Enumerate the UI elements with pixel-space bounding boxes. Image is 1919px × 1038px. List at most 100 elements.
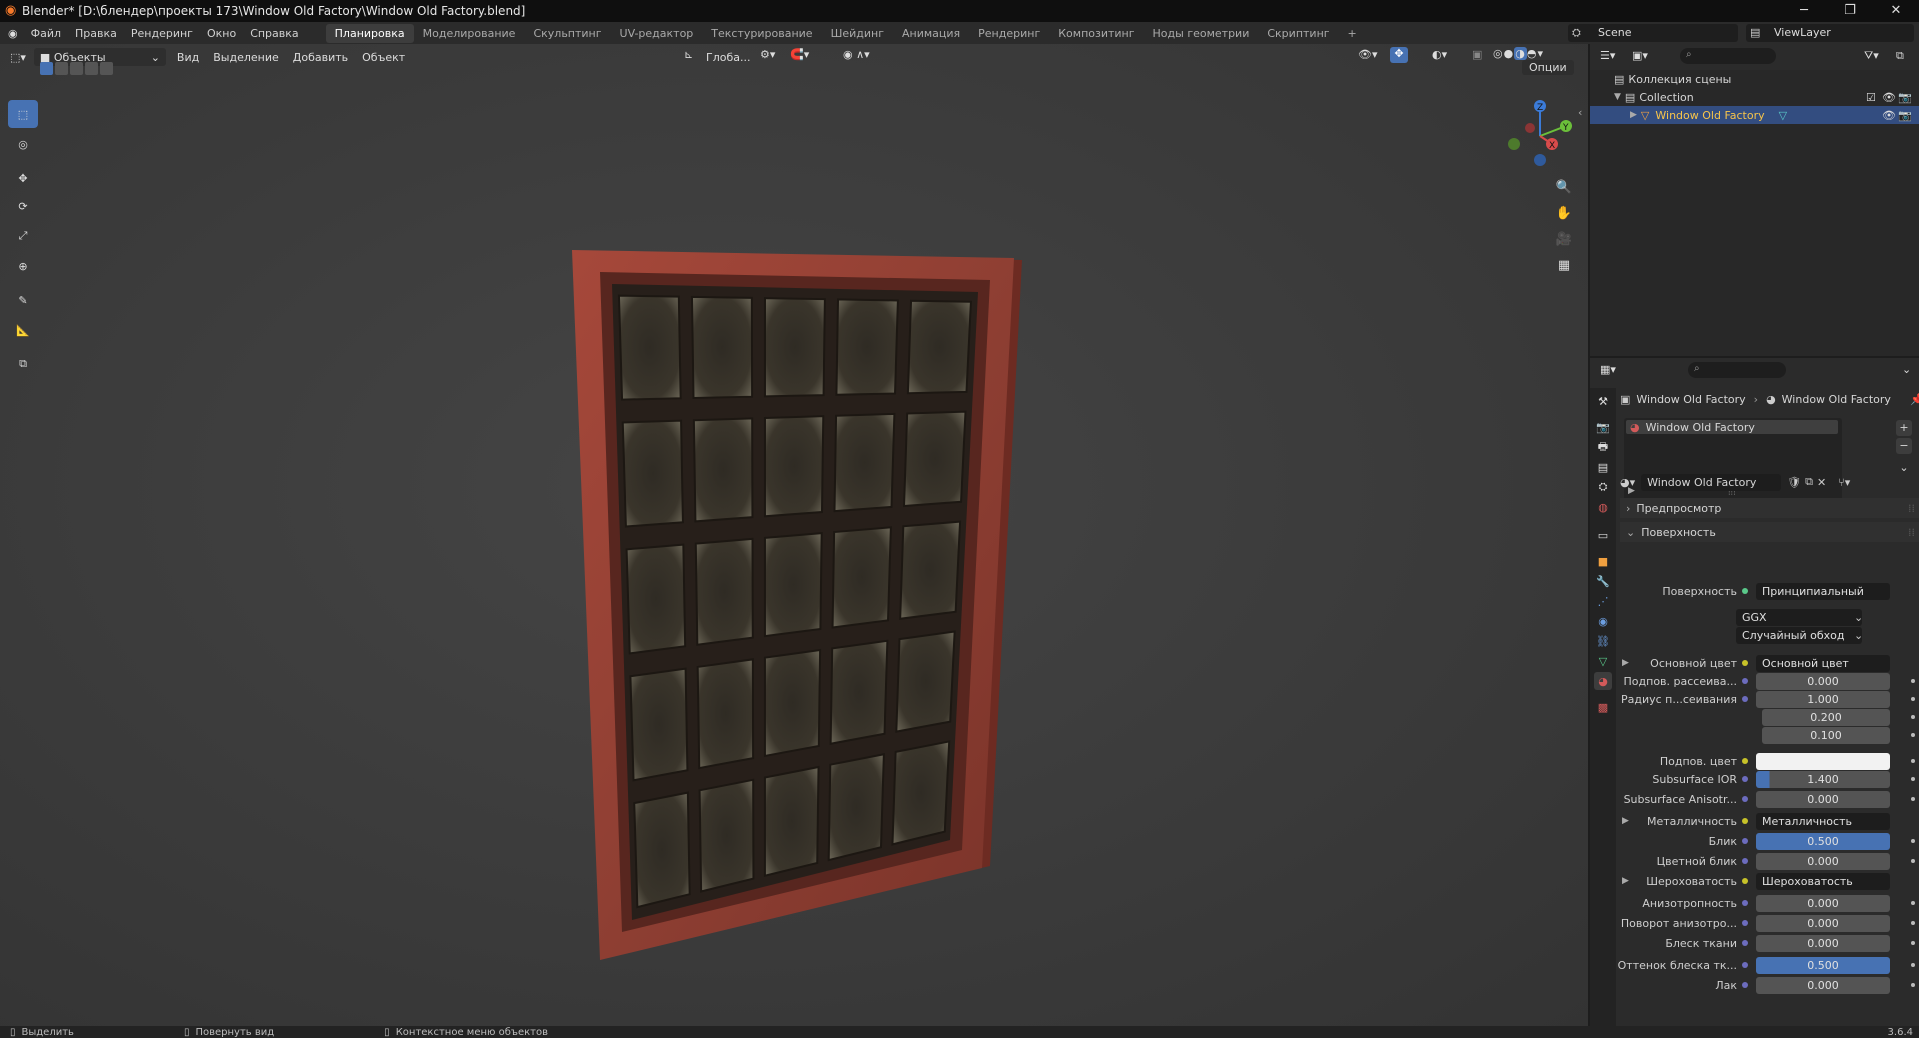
keyframe-dot-icon[interactable] xyxy=(1911,759,1915,763)
material-name-field[interactable]: Window Old Factory xyxy=(1641,473,1782,491)
input-socket-icon[interactable] xyxy=(1742,818,1748,824)
remove-slot-icon[interactable]: − xyxy=(1896,438,1912,454)
measure-tool[interactable]: 📐 xyxy=(8,316,38,344)
collection-tab-icon[interactable]: ▭ xyxy=(1594,526,1612,544)
blender-menu-icon[interactable]: ◉ xyxy=(8,27,18,40)
keyframe-dot-icon[interactable] xyxy=(1911,839,1915,843)
sidebar-toggle-icon[interactable]: ‹ xyxy=(1578,106,1582,119)
exclude-checkbox[interactable]: ☑ xyxy=(1866,91,1876,104)
subsurface-method-select[interactable]: Случайный обход xyxy=(1736,626,1862,644)
move-tool[interactable]: ✥ xyxy=(8,164,38,192)
cursor-tool[interactable]: ◎ xyxy=(8,130,38,158)
input-socket-icon[interactable] xyxy=(1742,982,1748,988)
proportional-edit-icon[interactable]: ◉ ∧▾ xyxy=(843,48,870,61)
expand-arrow-icon[interactable]: ▶ xyxy=(1622,876,1629,886)
value-field[interactable]: 0.000 xyxy=(1756,934,1890,952)
keyframe-dot-icon[interactable] xyxy=(1911,679,1915,683)
menu-select[interactable]: Выделение xyxy=(206,51,286,64)
color-swatch[interactable] xyxy=(1756,752,1890,770)
input-socket-icon[interactable] xyxy=(1742,758,1748,764)
output-tab-icon[interactable]: 🖶 xyxy=(1594,438,1612,456)
material-tab-icon[interactable]: ◕ xyxy=(1594,672,1612,690)
value-field[interactable]: 0.200 xyxy=(1762,708,1890,726)
menu-window[interactable]: Окно xyxy=(200,27,243,40)
particles-tab-icon[interactable]: ⋰ xyxy=(1594,592,1612,610)
value-field[interactable]: 0.100 xyxy=(1762,726,1890,744)
input-socket-icon[interactable] xyxy=(1742,678,1748,684)
tab-layout[interactable]: Планировка xyxy=(325,23,414,43)
pan-hand-icon[interactable]: ✋ xyxy=(1553,202,1575,224)
orientation-selector[interactable]: Глоба... xyxy=(700,48,756,66)
xray-icon[interactable]: ▣ xyxy=(1472,48,1482,61)
expand-arrow-icon[interactable]: ▼ xyxy=(1614,92,1621,102)
menu-add[interactable]: Добавить xyxy=(286,51,355,64)
expand-arrow-icon[interactable]: ▶ xyxy=(1622,658,1629,668)
close-button[interactable]: ✕ xyxy=(1873,0,1919,22)
menu-render[interactable]: Рендеринг xyxy=(124,27,200,40)
menu-file[interactable]: Файл xyxy=(24,27,68,40)
viewlayer-selector[interactable]: ▤ ViewLayer xyxy=(1746,24,1914,42)
input-socket-icon[interactable] xyxy=(1742,660,1748,666)
expand-arrow-icon[interactable]: ▶ xyxy=(1622,816,1629,826)
outliner-editor-icon[interactable]: ☰▾ xyxy=(1600,49,1615,62)
input-socket-icon[interactable] xyxy=(1742,838,1748,844)
properties-editor-icon[interactable]: ▦▾ xyxy=(1600,363,1616,376)
add-workspace-button[interactable]: + xyxy=(1339,24,1366,43)
browse-material-icon[interactable]: ◕▾ xyxy=(1620,476,1635,489)
view-layer-tab-icon[interactable]: ▤ xyxy=(1594,458,1612,476)
filter-icon[interactable]: ⛛▾ xyxy=(1864,49,1879,63)
properties-search-input[interactable] xyxy=(1688,362,1786,378)
keyframe-dot-icon[interactable] xyxy=(1911,715,1915,719)
value-slider[interactable]: 0.500 xyxy=(1756,956,1890,974)
shading-modes[interactable]: ◎●◑◓▾ xyxy=(1493,47,1544,60)
add-cube-tool[interactable]: ⧉ xyxy=(8,350,38,378)
value-field[interactable]: 0.000 xyxy=(1756,976,1890,994)
linked-input-field[interactable]: Шероховатость xyxy=(1756,872,1890,890)
input-socket-icon[interactable] xyxy=(1742,940,1748,946)
keyframe-dot-icon[interactable] xyxy=(1911,901,1915,905)
select-invert-icon[interactable] xyxy=(85,62,98,75)
gizmo-neg-y[interactable] xyxy=(1508,138,1520,150)
tab-compositing[interactable]: Композитинг xyxy=(1049,24,1143,43)
menu-view[interactable]: Вид xyxy=(170,51,206,64)
keyframe-dot-icon[interactable] xyxy=(1911,941,1915,945)
outliner-scene-collection-row[interactable]: ▤ Коллекция сцены xyxy=(1590,70,1919,88)
select-extend-icon[interactable] xyxy=(55,62,68,75)
tool-tab-icon[interactable]: ⚒ xyxy=(1594,392,1612,410)
input-socket-icon[interactable] xyxy=(1742,696,1748,702)
drag-handle-icon[interactable]: ⁞⁞ xyxy=(1908,502,1915,515)
editor-type-icon[interactable]: ⬚▾ xyxy=(10,51,26,64)
solid-shading-icon[interactable]: ● xyxy=(1504,47,1515,60)
keyframe-dot-icon[interactable] xyxy=(1911,921,1915,925)
keyframe-dot-icon[interactable] xyxy=(1911,697,1915,701)
constraints-tab-icon[interactable]: ⛓ xyxy=(1594,632,1612,650)
keyframe-dot-icon[interactable] xyxy=(1911,797,1915,801)
tab-texture-paint[interactable]: Текстурирование xyxy=(702,24,821,43)
input-socket-icon[interactable] xyxy=(1742,796,1748,802)
input-socket-icon[interactable] xyxy=(1742,900,1748,906)
rotate-tool[interactable]: ⟳ xyxy=(8,192,38,220)
tab-animation[interactable]: Анимация xyxy=(893,24,969,43)
eye-icon[interactable]: 👁 xyxy=(1882,91,1896,104)
navigation-gizmo[interactable]: Z Y X xyxy=(1500,96,1580,166)
scene-tab-icon[interactable]: ⛭ xyxy=(1594,478,1612,496)
maximize-button[interactable]: ❐ xyxy=(1827,0,1873,22)
transform-tool[interactable]: ⊕ xyxy=(8,252,38,280)
tab-scripting[interactable]: Скриптинг xyxy=(1258,24,1338,43)
object-tab-icon[interactable]: ■ xyxy=(1594,552,1612,570)
chevron-down-icon[interactable]: ⌄ xyxy=(1902,363,1911,376)
select-new-icon[interactable] xyxy=(40,62,53,75)
tab-rendering[interactable]: Рендеринг xyxy=(969,24,1049,43)
value-field[interactable]: 0.000 xyxy=(1756,672,1890,690)
node-type-icon[interactable]: ⑂▾ xyxy=(1838,476,1850,489)
value-field[interactable]: 0.000 xyxy=(1756,852,1890,870)
surface-shader-field[interactable]: Принципиальный BSDF xyxy=(1756,582,1890,600)
panel-surface-header[interactable]: ⌄ Поверхность ⁞⁞ xyxy=(1620,522,1919,542)
data-tab-icon[interactable]: ▽ xyxy=(1594,652,1612,670)
fake-user-shield-icon[interactable]: 🛡 xyxy=(1787,476,1801,489)
input-socket-icon[interactable] xyxy=(1742,858,1748,864)
distribution-select[interactable]: GGX xyxy=(1736,608,1862,626)
display-mode-icon[interactable]: ▣▾ xyxy=(1632,49,1648,62)
new-collection-icon[interactable]: ⧉ xyxy=(1896,49,1904,63)
add-slot-icon[interactable]: + xyxy=(1896,420,1912,436)
